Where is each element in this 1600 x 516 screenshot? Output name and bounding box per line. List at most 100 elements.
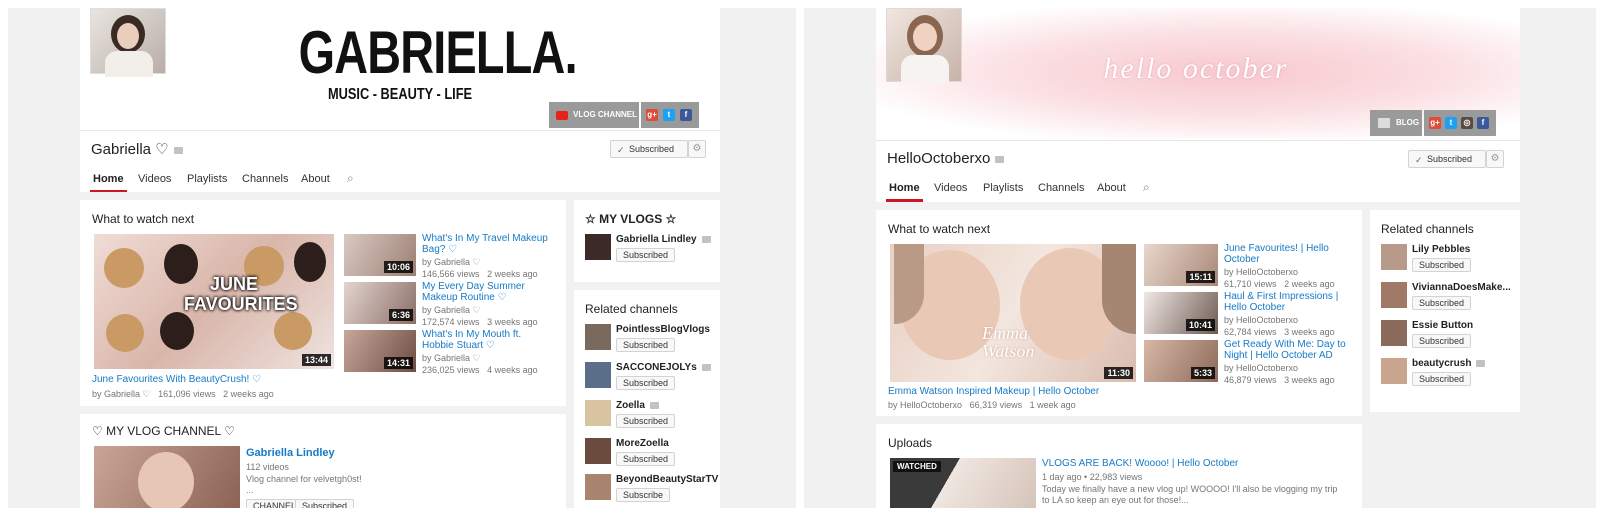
- avatar[interactable]: [1381, 358, 1407, 384]
- subscribed-button[interactable]: Subscribed: [616, 338, 676, 352]
- channel-name[interactable]: Zoella: [616, 400, 659, 411]
- channel-name[interactable]: SACCONEJOLYs: [616, 362, 711, 373]
- channel-name[interactable]: Gabriella Lindley: [616, 234, 711, 245]
- subscribed-button[interactable]: ✓ Subscribed: [1408, 150, 1486, 168]
- avatar[interactable]: [1381, 320, 1407, 346]
- avatar[interactable]: [585, 474, 611, 500]
- verified-icon: [173, 146, 183, 154]
- tab-home[interactable]: Home: [886, 182, 923, 202]
- search-icon[interactable]: ⌕: [1143, 180, 1150, 195]
- channel-header: GABRIELLA. MUSIC - BEAUTY - LIFE VLOG CH…: [80, 8, 720, 192]
- verified-icon: [701, 235, 711, 243]
- featured-video-thumbnail[interactable]: JUNE FAVOURITES 13:44: [94, 234, 334, 369]
- gear-icon[interactable]: ⚙: [688, 140, 706, 158]
- subscribe-button[interactable]: Subscribe: [616, 488, 671, 502]
- tab-videos[interactable]: Videos: [934, 182, 967, 194]
- subscribed-button[interactable]: Subscribed: [1412, 296, 1472, 310]
- avatar[interactable]: [1381, 282, 1407, 308]
- subscribed-button[interactable]: Subscribed: [1412, 334, 1472, 348]
- channel-avatar[interactable]: [90, 8, 166, 77]
- tab-videos[interactable]: Videos: [138, 173, 171, 185]
- vlog-channel-thumbnail[interactable]: [94, 446, 240, 508]
- subscribed-button[interactable]: Subscribed: [1412, 372, 1472, 386]
- subscribed-button[interactable]: Subscribed: [616, 248, 676, 262]
- featured-video-title[interactable]: Emma Watson Inspired Makeup | Hello Octo…: [888, 386, 1099, 397]
- channel-name[interactable]: Essie Button: [1412, 320, 1473, 331]
- gear-icon[interactable]: ⚙: [1486, 150, 1504, 168]
- youtube-icon: [556, 111, 568, 120]
- video-thumbnail[interactable]: 15:11: [1144, 244, 1218, 286]
- featured-video-thumbnail[interactable]: Emma Watson 11:30: [890, 244, 1136, 382]
- video-thumbnail[interactable]: 14:31: [344, 330, 416, 372]
- facebook-icon[interactable]: f: [1477, 117, 1489, 129]
- subscribed-button[interactable]: ✓ Subscribed: [610, 140, 688, 158]
- instagram-icon[interactable]: ◎: [1461, 117, 1473, 129]
- video-duration: 11:30: [1104, 367, 1133, 379]
- section-heading: Related channels: [1381, 222, 1474, 236]
- tab-channels[interactable]: Channels: [1038, 182, 1084, 194]
- video-thumbnail[interactable]: 10:06: [344, 234, 416, 276]
- tab-playlists[interactable]: Playlists: [983, 182, 1023, 194]
- avatar[interactable]: [585, 324, 611, 350]
- upload-thumbnail[interactable]: WATCHED: [890, 458, 1036, 508]
- video-title[interactable]: My Every Day Summer Makeup Routine ♡: [422, 281, 525, 303]
- subscribed-button[interactable]: Subscribed: [295, 499, 355, 508]
- channel-name[interactable]: beautycrush: [1412, 358, 1486, 369]
- tab-about[interactable]: About: [1097, 182, 1126, 194]
- tab-home[interactable]: Home: [90, 173, 127, 192]
- section-heading: Related channels: [585, 302, 678, 316]
- list-item[interactable]: 14:31 What's In My Mouth ft. Hobbie Stuar…: [344, 329, 564, 376]
- blog-link[interactable]: BLOG: [1370, 110, 1422, 136]
- video-thumbnail[interactable]: 5:33: [1144, 340, 1218, 382]
- subscribed-button[interactable]: Subscribed: [1412, 258, 1472, 272]
- channel-name[interactable]: MoreZoella: [616, 438, 669, 449]
- channel-name[interactable]: PointlessBlogVlogs: [616, 324, 710, 335]
- video-meta: by Gabriella ♡ 236,025 views 4 weeks ago: [422, 353, 538, 375]
- video-title[interactable]: Get Ready With Me: Day to Night | Hello O…: [1224, 339, 1346, 361]
- google-plus-icon[interactable]: g+: [646, 109, 658, 121]
- video-thumbnail[interactable]: 6:36: [344, 282, 416, 324]
- watch-next-section: What to watch next JUNE FAVOURITES 13:44…: [80, 200, 566, 406]
- upload-title[interactable]: VLOGS ARE BACK! Woooo! | Hello October: [1042, 458, 1238, 469]
- upload-description: Today we finally have a new vlog up! WOO…: [1042, 484, 1338, 505]
- video-thumbnail[interactable]: 10:41: [1144, 292, 1218, 334]
- avatar[interactable]: [585, 438, 611, 464]
- video-meta: by Gabriella ♡ 172,574 views 3 weeks ago: [422, 305, 538, 327]
- video-title[interactable]: June Favourites! | Hello October: [1224, 243, 1329, 265]
- facebook-icon[interactable]: f: [680, 109, 692, 121]
- verified-icon: [701, 363, 711, 371]
- list-item[interactable]: 5:33 Get Ready With Me: Day to Night | He…: [1144, 339, 1360, 386]
- tab-playlists[interactable]: Playlists: [187, 173, 227, 185]
- avatar[interactable]: [1381, 244, 1407, 270]
- avatar[interactable]: [585, 362, 611, 388]
- twitter-icon[interactable]: t: [1445, 117, 1457, 129]
- subscribed-button[interactable]: Subscribed: [616, 414, 676, 428]
- video-title[interactable]: What's In My Travel Makeup Bag? ♡: [422, 233, 548, 255]
- video-title[interactable]: Haul & First Impressions | Hello October: [1224, 291, 1338, 313]
- list-item[interactable]: 10:06 What's In My Travel Makeup Bag? ♡ b…: [344, 233, 564, 280]
- subscribed-button[interactable]: Subscribed: [616, 452, 676, 466]
- search-icon[interactable]: ⌕: [347, 171, 354, 186]
- section-heading: Uploads: [888, 436, 933, 450]
- featured-video-title[interactable]: June Favourites With BeautyCrush! ♡: [92, 374, 261, 385]
- channel-name: Gabriella ♡: [91, 140, 183, 158]
- list-item[interactable]: 10:41 Haul & First Impressions | Hello Oc…: [1144, 291, 1360, 338]
- check-icon: ✓: [1415, 155, 1423, 165]
- twitter-icon[interactable]: t: [663, 109, 675, 121]
- list-item[interactable]: 6:36 My Every Day Summer Makeup Routine ♡…: [344, 281, 564, 328]
- video-title[interactable]: What's In My Mouth ft. Hobbie Stuart ♡: [422, 329, 521, 351]
- channel-name[interactable]: ViviannaDoesMake...: [1412, 282, 1511, 293]
- vlog-channel-link[interactable]: VLOG CHANNEL: [549, 102, 639, 128]
- list-item[interactable]: 15:11 June Favourites! | Hello October by…: [1144, 243, 1360, 290]
- channel-avatar[interactable]: [886, 8, 962, 83]
- tab-about[interactable]: About: [301, 173, 330, 185]
- vlog-channel-name[interactable]: Gabriella Lindley: [246, 447, 335, 459]
- avatar[interactable]: [585, 234, 611, 260]
- channel-name[interactable]: Lily Pebbles: [1412, 244, 1470, 255]
- channel-name[interactable]: BeyondBeautyStarTV: [616, 474, 718, 485]
- avatar[interactable]: [585, 400, 611, 426]
- channel-header: hello october BLOG g+ t ◎ f HelloOctober…: [876, 8, 1520, 202]
- tab-channels[interactable]: Channels: [242, 173, 288, 185]
- subscribed-button[interactable]: Subscribed: [616, 376, 676, 390]
- google-plus-icon[interactable]: g+: [1429, 117, 1441, 129]
